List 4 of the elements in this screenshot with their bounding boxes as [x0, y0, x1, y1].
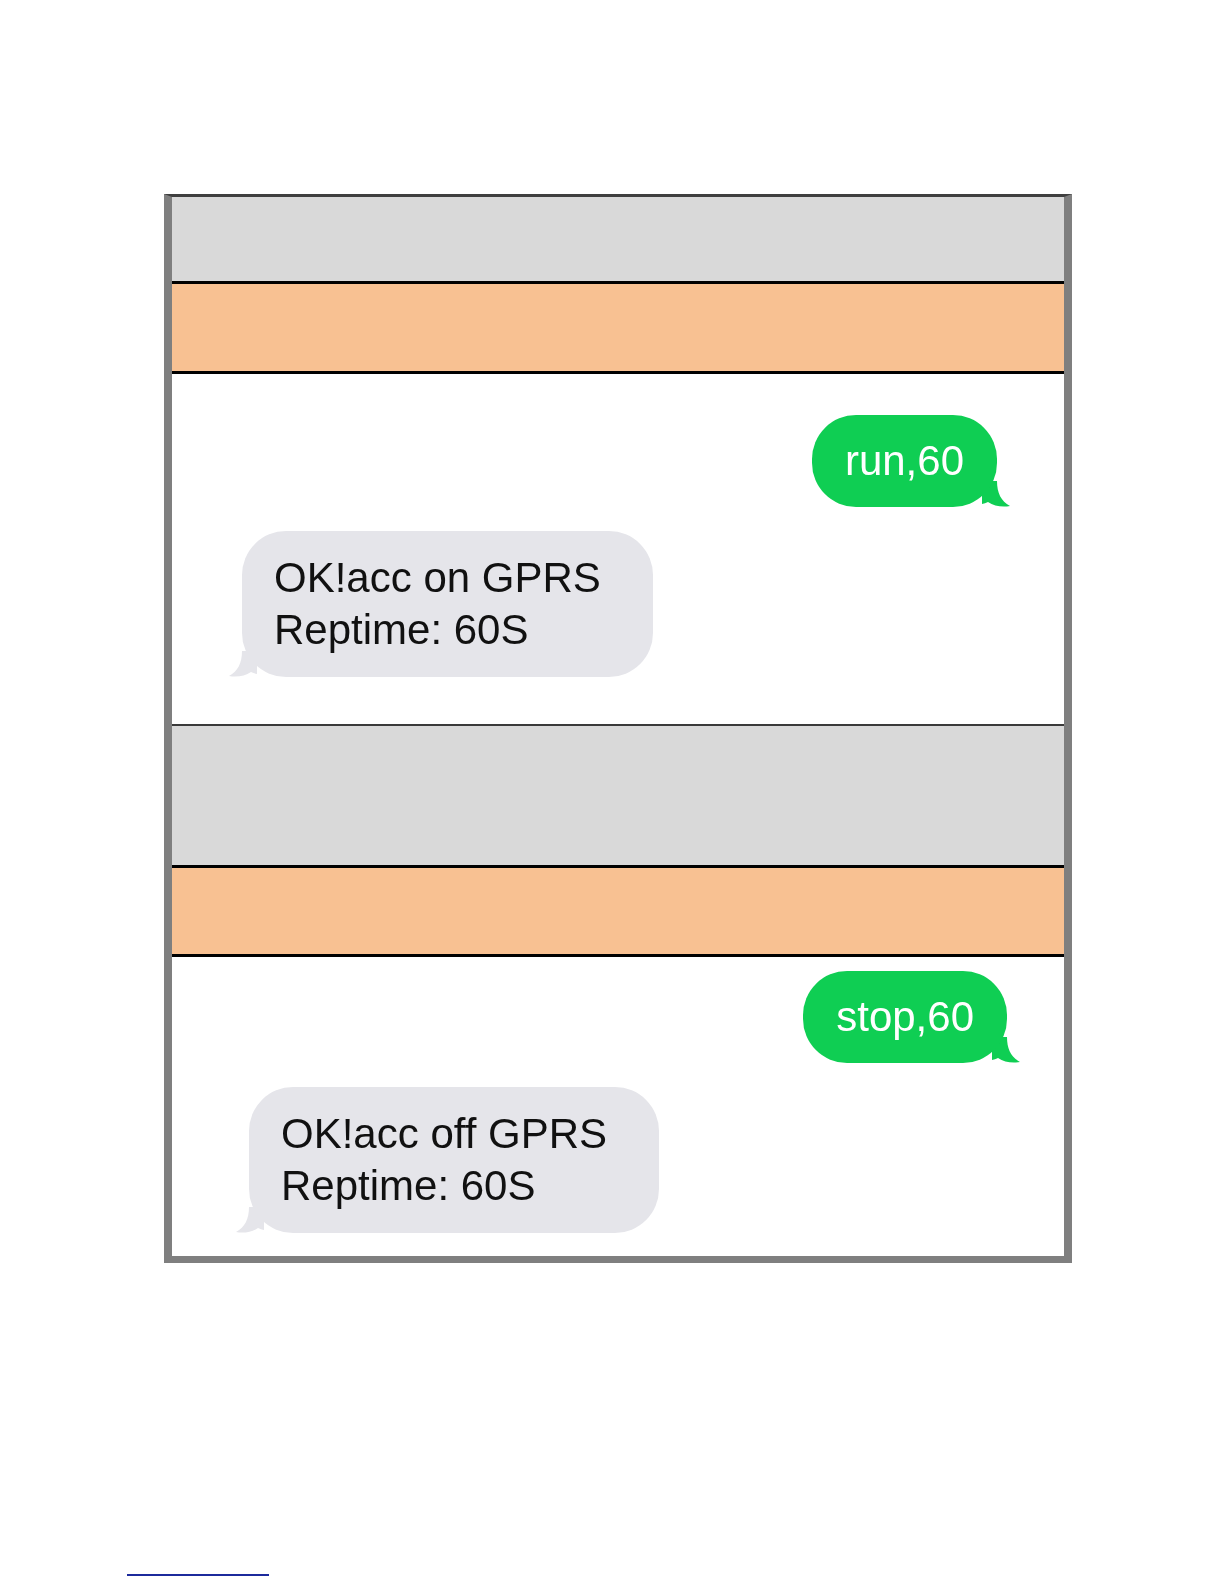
message-text: stop,60: [836, 993, 974, 1040]
message-text: run,60: [844, 437, 964, 484]
message-text: OK!acc on GPRS Reptime: 60S: [274, 554, 601, 653]
message-text: OK!acc off GPRS Reptime: 60S: [281, 1110, 607, 1209]
